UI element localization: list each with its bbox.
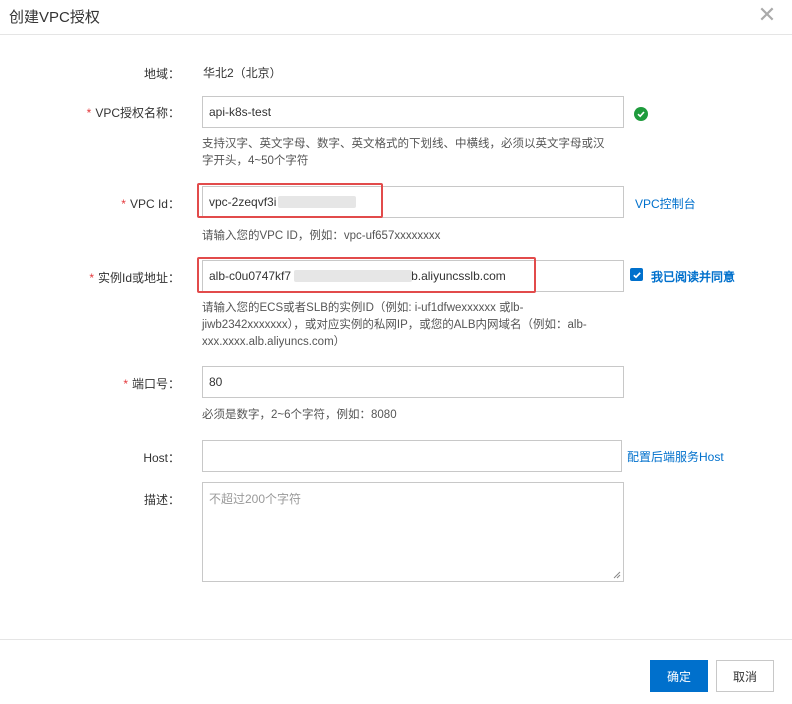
description-placeholder: 不超过200个字符 [209,492,302,506]
required-mark: * [89,271,94,285]
port-value: 80 [209,375,223,389]
auth-name-input[interactable]: api-k8s-test [202,96,624,128]
required-mark: * [86,106,92,120]
port-input[interactable]: 80 [202,366,624,398]
region-label: 地域： [143,67,180,81]
vpc-id-label: * VPC Id： [10,195,180,212]
header-divider [0,34,792,35]
instance-hint-2: jiwb2342xxxxxxx），或对应实例的私网IP，或您的ALB内网域名（例… [202,319,587,331]
agree-label[interactable]: 我已阅读并同意 [651,268,735,285]
host-input[interactable] [202,440,622,472]
description-label: 描述： [143,493,180,507]
close-icon[interactable]: ✕ [756,4,778,26]
configure-backend-host-link[interactable]: 配置后端服务Host [627,448,724,465]
vpc-console-link[interactable]: VPC控制台 [635,195,696,212]
redacted-area [294,270,412,282]
port-label: * 端口号： [10,375,180,392]
auth-name-hint-2: 字开头，4~50个字符 [202,155,309,167]
valid-check-icon [634,107,648,121]
auth-name-label-text: VPC授权名称： [95,106,180,120]
instance-input[interactable]: alb-c0u0747kf7 b.aliyuncsslb.com [202,260,624,292]
auth-name-hint-1: 支持汉字、英文字母、数字、英文格式的下划线、中横线，必须以英文字母或汉 [202,138,605,150]
instance-label: * 实例Id或地址： [10,269,180,286]
auth-name-label: * VPC授权名称： [10,104,180,121]
redacted-area [278,196,356,208]
required-mark: * [121,197,126,211]
create-vpc-auth-dialog: 创建VPC授权 ✕ 地域： 华北2（北京） * VPC授权名称： api-k8s-… [0,0,792,704]
instance-value-prefix: alb-c0u0747kf7 [209,269,292,283]
instance-hint-1: 请输入您的ECS或者SLB的实例ID（例如: i-uf1dfwexxxxxx 或… [202,302,524,314]
host-label: Host： [143,451,180,465]
instance-label-text: 实例Id或地址： [97,271,180,285]
vpc-id-hint: 请输入您的VPC ID，例如：vpc-uf657xxxxxxxx [202,230,441,242]
instance-hint-3: xxx.xxxx.alb.aliyuncs.com） [202,336,346,348]
confirm-button[interactable]: 确定 [650,660,708,692]
instance-value-suffix: b.aliyuncsslb.com [411,269,506,283]
vpc-id-value: vpc-2zeqvf3i [209,195,277,209]
agree-checkbox[interactable] [630,268,643,281]
resize-handle-icon[interactable] [613,571,621,579]
required-mark: * [123,377,128,391]
vpc-id-label-text: VPC Id： [129,197,180,211]
description-textarea[interactable]: 不超过200个字符 [202,482,624,582]
cancel-button[interactable]: 取消 [716,660,774,692]
port-hint: 必须是数字，2~6个字符，例如：8080 [202,409,397,421]
port-label-text: 端口号： [131,377,180,391]
footer-divider [0,639,792,640]
region-value: 华北2（北京） [203,66,282,80]
vpc-id-input[interactable]: vpc-2zeqvf3i [202,186,624,218]
dialog-title: 创建VPC授权 [9,9,100,26]
auth-name-value: api-k8s-test [209,105,272,119]
